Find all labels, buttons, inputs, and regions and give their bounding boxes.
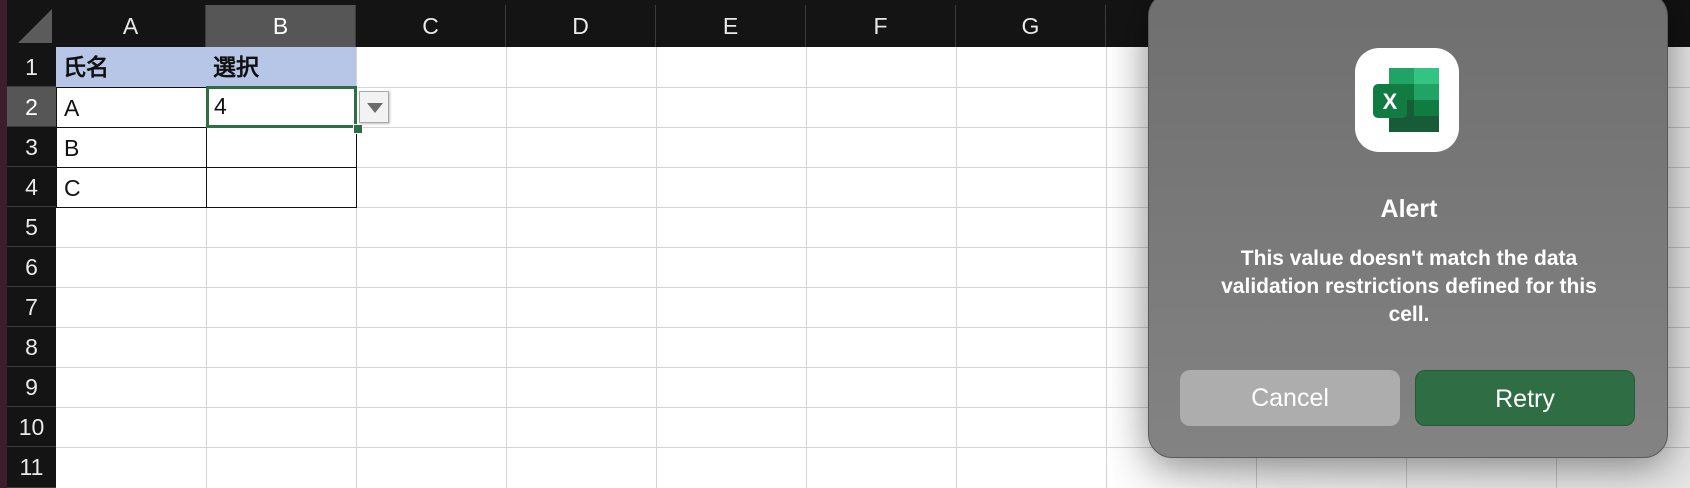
gridline [656,47,657,488]
dialog-title: Alert [1380,195,1438,223]
row-header-2[interactable]: 2 [7,87,56,127]
cell-b3[interactable] [206,127,357,168]
alert-dialog: X Alert This value doesn't match the dat… [1148,0,1668,458]
row-header-6[interactable]: 6 [7,247,56,287]
row-header-3[interactable]: 3 [7,127,56,167]
cell-a2[interactable]: A [56,87,207,128]
row-header-8[interactable]: 8 [7,327,56,367]
window-edge [0,0,7,488]
chevron-down-icon [367,103,383,113]
cell-a4[interactable]: C [56,167,207,208]
cell-b2-active[interactable]: 4 [206,86,357,128]
row-header-7[interactable]: 7 [7,287,56,327]
validation-dropdown-button[interactable] [359,91,389,123]
cell-a3[interactable]: B [56,127,207,168]
cell-a1[interactable]: 氏名 [56,47,206,87]
select-all-corner[interactable] [7,5,56,47]
excel-app-icon: X [1355,48,1459,152]
column-header-g[interactable]: G [956,5,1106,47]
cell-b4[interactable] [206,167,357,208]
row-header-10[interactable]: 10 [7,407,56,447]
gridline [956,47,957,488]
cancel-button[interactable]: Cancel [1180,370,1400,426]
gridline [806,47,807,488]
row-header-1[interactable]: 1 [7,47,56,87]
row-header-4[interactable]: 4 [7,167,56,207]
dialog-message: This value doesn't match the data valida… [1221,247,1597,326]
svg-text:X: X [1383,89,1398,114]
row-header-11[interactable]: 11 [7,447,56,488]
row-header-5[interactable]: 5 [7,207,56,247]
column-header-b[interactable]: B [206,5,356,47]
gridline [506,47,507,488]
fill-handle[interactable] [353,124,363,134]
column-header-d[interactable]: D [506,5,656,47]
row-header-9[interactable]: 9 [7,367,56,407]
column-header-c[interactable]: C [356,5,506,47]
cell-b1[interactable]: 選択 [206,47,356,87]
retry-button[interactable]: Retry [1415,370,1635,426]
column-header-f[interactable]: F [806,5,956,47]
column-header-e[interactable]: E [656,5,806,47]
column-header-a[interactable]: A [56,5,206,47]
